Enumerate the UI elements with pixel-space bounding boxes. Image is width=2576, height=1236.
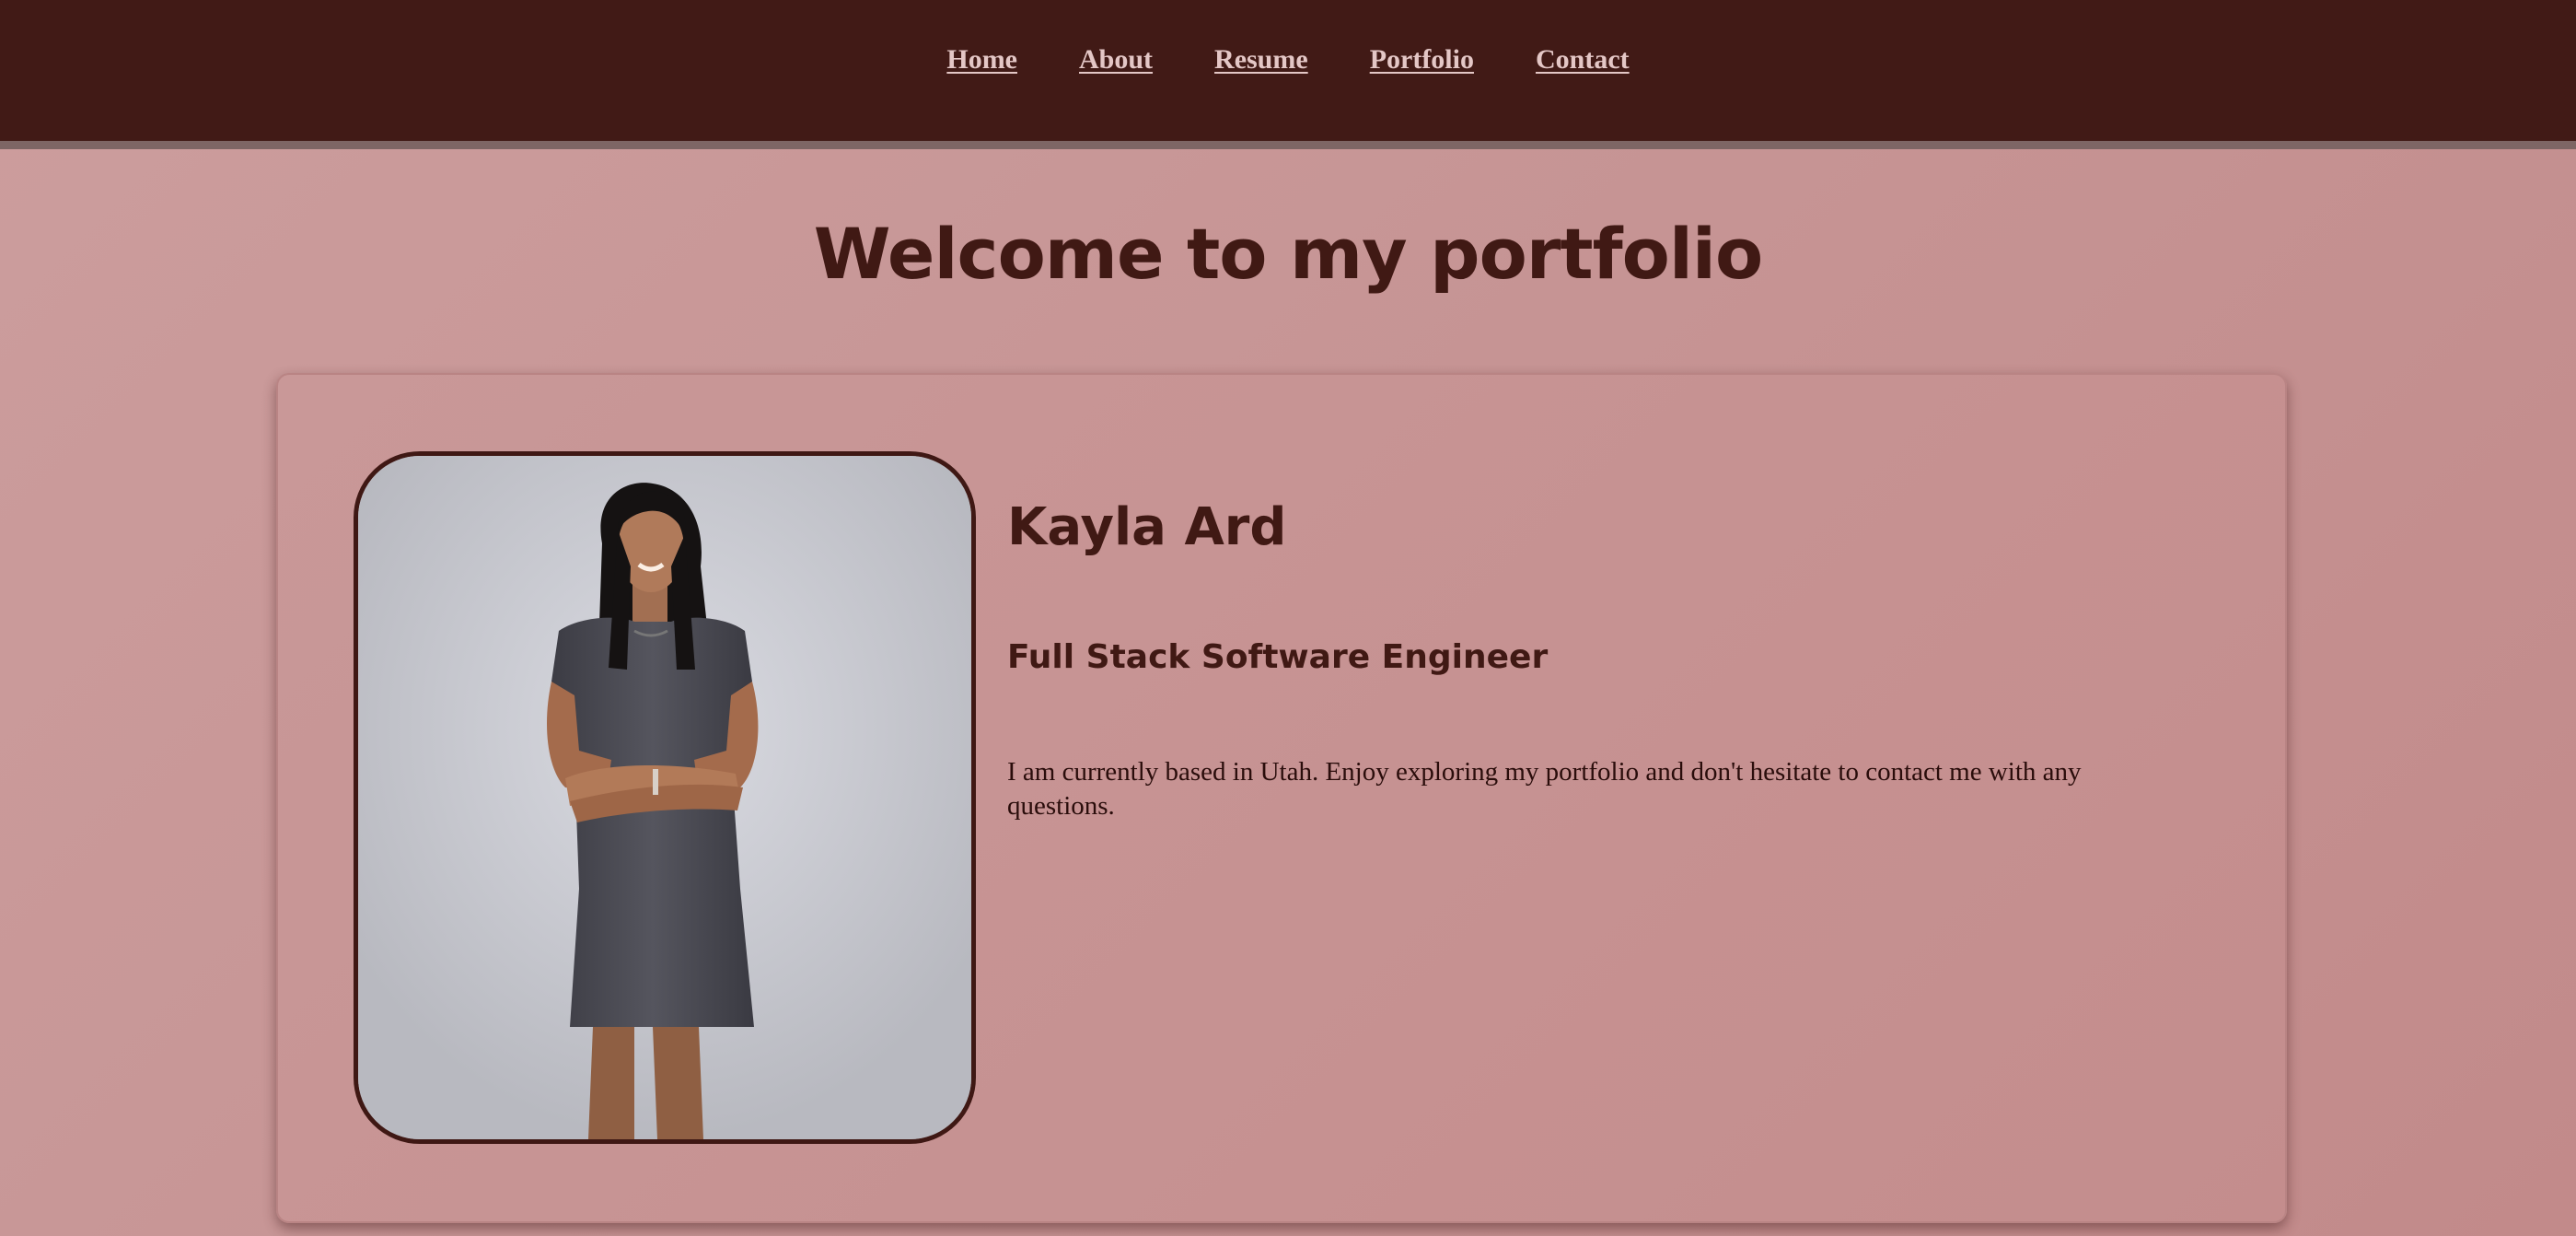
nav-link-home[interactable]: Home xyxy=(946,44,1017,76)
profile-role: Full Stack Software Engineer xyxy=(1007,638,1549,676)
nav-link-about[interactable]: About xyxy=(1079,44,1153,76)
top-navbar: Home About Resume Portfolio Contact xyxy=(0,0,2576,149)
profile-bio: I am currently based in Utah. Enjoy expl… xyxy=(1007,757,2082,821)
profile-name: Kayla Ard xyxy=(1007,497,1287,557)
nav-link-portfolio[interactable]: Portfolio xyxy=(1370,44,1474,76)
nav-link-contact[interactable]: Contact xyxy=(1536,44,1630,76)
nav-menu: Home About Resume Portfolio Contact xyxy=(0,44,2576,76)
page-title: Welcome to my portfolio xyxy=(813,213,1763,295)
nav-link-resume[interactable]: Resume xyxy=(1214,44,1308,76)
profile-photo xyxy=(354,451,976,1144)
